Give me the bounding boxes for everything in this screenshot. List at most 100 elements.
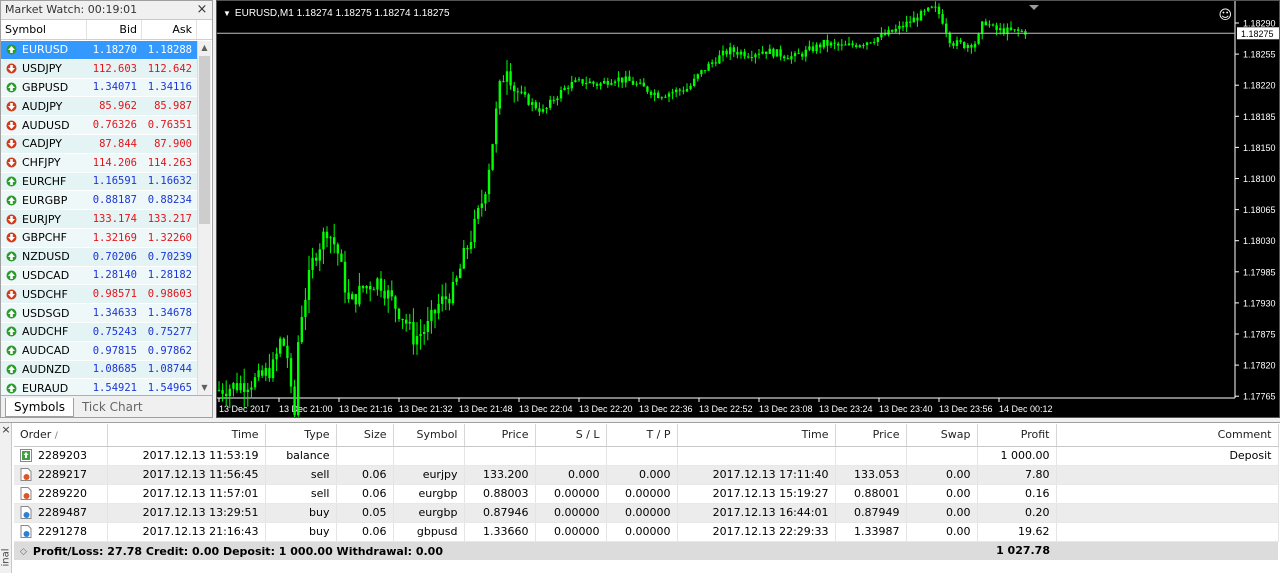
- candle-body: [307, 269, 311, 300]
- cell-comment: [1056, 484, 1279, 504]
- column-header-symbol[interactable]: Symbol: [393, 424, 465, 447]
- column-header-bid[interactable]: Bid: [87, 20, 142, 39]
- cell-swap: 0.00: [906, 503, 978, 523]
- market-watch-row[interactable]: USDJPY 112.603 112.642: [1, 59, 198, 79]
- tab-symbols[interactable]: Symbols: [5, 398, 74, 417]
- column-header-close-price[interactable]: Price: [835, 424, 907, 447]
- summary-total: 1 027.78: [977, 541, 1056, 560]
- symbol-name: CHFJPY: [22, 156, 61, 170]
- candle-body: [473, 218, 476, 243]
- y-tick-label: 1.17930: [1243, 298, 1276, 308]
- market-watch-row[interactable]: NZDUSD 0.70206 0.70239: [1, 247, 198, 267]
- column-header-ask[interactable]: Ask: [142, 20, 197, 39]
- arrow-up-icon: [6, 308, 17, 319]
- column-header-size[interactable]: Size: [336, 424, 394, 447]
- market-watch-row[interactable]: EURUSD 1.18270 1.18288: [1, 41, 198, 60]
- market-watch-row[interactable]: EURGBP 0.88187 0.88234: [1, 191, 198, 211]
- ask-value: 0.98603: [147, 288, 192, 301]
- close-icon[interactable]: ×: [0, 423, 12, 437]
- candle-body: [405, 319, 408, 324]
- column-header-tp[interactable]: T / P: [606, 424, 678, 447]
- cell-close-time: 2017.12.13 16:44:01: [677, 503, 836, 523]
- chart-canvas[interactable]: 1.18290 1.18255 1.18220 1.18185 1.18150 1.181…: [217, 1, 1280, 418]
- market-watch-title-text: Market Watch: 00:19:01: [5, 3, 138, 16]
- market-watch-scrollbar[interactable]: ▲ ▼: [197, 41, 211, 395]
- candle-body: [657, 92, 660, 99]
- cell-swap: 0.00: [906, 522, 978, 542]
- candle-body: [768, 48, 771, 54]
- column-header-sl[interactable]: S / L: [535, 424, 607, 447]
- cell-close-time: 2017.12.13 22:29:33: [677, 522, 836, 542]
- table-row[interactable]: 2289220 2017.12.13 11:57:01 sell 0.06 eurgbp…: [14, 484, 1279, 504]
- bid-value: 1.28140: [92, 269, 137, 282]
- market-watch-row[interactable]: GBPUSD 1.34071 1.34116: [1, 78, 198, 98]
- arrow-down-icon: [6, 138, 17, 149]
- candle-body: [1017, 29, 1020, 31]
- column-header-profit[interactable]: Profit: [977, 424, 1057, 447]
- arrow-down-icon: [6, 214, 17, 225]
- candle-body: [761, 51, 764, 54]
- candle-body: [264, 368, 267, 376]
- table-row[interactable]: 2289487 2017.12.13 13:29:51 buy 0.05 eurgbp 0…: [14, 503, 1279, 523]
- candle-body: [455, 278, 458, 282]
- scroll-up-icon[interactable]: ▲: [198, 41, 211, 55]
- candle-body: [225, 393, 228, 397]
- market-watch-row[interactable]: USDCAD 1.28140 1.28182: [1, 266, 198, 286]
- tab-tick-chart[interactable]: Tick Chart: [74, 398, 151, 417]
- expert-smiley-icon[interactable]: ☺: [1218, 8, 1232, 23]
- market-watch-row[interactable]: AUDJPY 85.962 85.987: [1, 97, 198, 117]
- trading-terminal-window: Market Watch: 00:19:01 × Symbol Bid Ask …: [0, 0, 1280, 573]
- column-header-symbol[interactable]: Symbol: [1, 20, 87, 39]
- candle-body: [963, 42, 966, 48]
- candle-body: [743, 51, 746, 57]
- price-chart[interactable]: 1.18290 1.18255 1.18220 1.18185 1.18150 1.181…: [216, 0, 1280, 418]
- x-tick-label: 13 Dec 23:56: [939, 404, 993, 414]
- market-watch-row[interactable]: CADJPY 87.844 87.900: [1, 134, 198, 154]
- market-watch-row[interactable]: EURCHF 1.16591 1.16632: [1, 172, 198, 192]
- table-row[interactable]: 2289203 2017.12.13 11:53:19 balance 1 000.0…: [14, 446, 1279, 466]
- market-watch-row[interactable]: AUDNZD 1.08685 1.08744: [1, 360, 198, 380]
- table-row[interactable]: 2291278 2017.12.13 21:16:43 buy 0.06 gbpusd 1…: [14, 522, 1279, 542]
- candle-body: [948, 32, 951, 44]
- candle-body: [297, 342, 300, 416]
- table-row[interactable]: 2289217 2017.12.13 11:56:45 sell 0.06 eurjpy…: [14, 465, 1279, 485]
- market-watch-row[interactable]: AUDCHF 0.75243 0.75277: [1, 322, 198, 342]
- column-header-comment[interactable]: Comment: [1056, 424, 1279, 447]
- candle-body: [361, 285, 365, 289]
- market-watch-row[interactable]: AUDUSD 0.76326 0.76351: [1, 116, 198, 135]
- balance-icon: [20, 449, 32, 462]
- column-header-swap[interactable]: Swap: [906, 424, 978, 447]
- column-header-time[interactable]: Time: [107, 424, 266, 447]
- scroll-down-icon[interactable]: ▼: [198, 381, 211, 395]
- summary-row: ◇ Profit/Loss: 27.78 Credit: 0.00 Deposi…: [14, 541, 1278, 560]
- candle-body: [253, 377, 257, 388]
- candle-body: [534, 102, 537, 109]
- candle-body: [732, 47, 735, 52]
- market-watch-row[interactable]: CHFJPY 114.206 114.263: [1, 153, 198, 173]
- ask-value: 87.900: [154, 137, 192, 150]
- candle-body: [261, 370, 264, 376]
- candle-body: [246, 389, 249, 392]
- candle-body: [757, 53, 761, 55]
- candle-body: [919, 11, 923, 21]
- market-watch-row[interactable]: GBPCHF 1.32169 1.32260: [1, 228, 198, 248]
- candle-body: [595, 83, 599, 86]
- close-icon[interactable]: ×: [195, 1, 209, 19]
- candle-body: [847, 43, 851, 46]
- candle-body: [221, 390, 224, 394]
- x-tick-label: 13 Dec 22:36: [639, 404, 693, 414]
- symbol-name: GBPUSD: [22, 80, 69, 94]
- chart-menu-triangle-icon[interactable]: ▼: [223, 9, 231, 18]
- column-header-type[interactable]: Type: [265, 424, 337, 447]
- market-watch-row[interactable]: AUDCAD 0.97815 0.97862: [1, 341, 198, 361]
- market-watch-row[interactable]: EURAUD 1.54921 1.54965: [1, 379, 198, 395]
- column-header-price[interactable]: Price: [464, 424, 536, 447]
- scrollbar-thumb[interactable]: [199, 56, 210, 224]
- cell-type: sell: [265, 465, 337, 485]
- column-header-close-time[interactable]: Time: [677, 424, 836, 447]
- candle-body: [444, 296, 447, 299]
- market-watch-row[interactable]: EURJPY 133.174 133.217: [1, 210, 198, 229]
- column-header-order[interactable]: Order /: [14, 424, 108, 447]
- market-watch-row[interactable]: USDCHF 0.98571 0.98603: [1, 285, 198, 305]
- market-watch-row[interactable]: USDSGD 1.34633 1.34678: [1, 304, 198, 323]
